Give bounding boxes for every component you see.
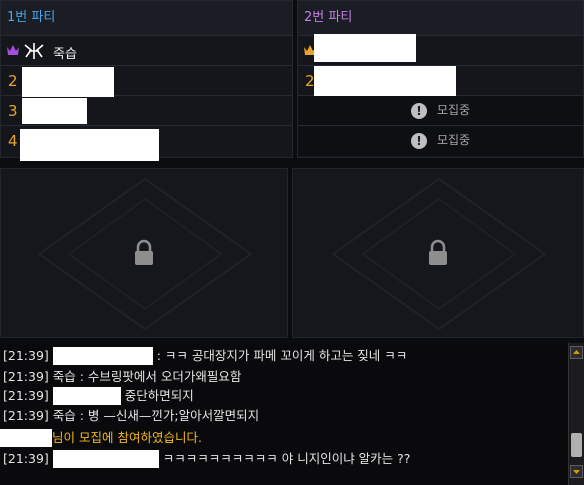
party-1-title: 1번 파티 [1, 1, 292, 36]
slot-number: 4 [8, 132, 18, 150]
redacted-name [52, 450, 159, 468]
chat-timestamp: [21:39] [3, 369, 49, 384]
locked-party-slot [0, 168, 288, 338]
slot-number: 3 [8, 102, 18, 120]
chat-timestamp: [21:39] [3, 388, 49, 403]
redacted-name [314, 34, 416, 62]
redacted-name [22, 67, 114, 97]
party-1-member-row[interactable]: 4 [1, 126, 292, 161]
party-1-member-row[interactable]: 2 [1, 66, 292, 97]
chat-text: 죽습 : 수브링팟에서 오더가왜필요함 [52, 369, 242, 384]
chat-message: [21:39] 죽습 : 병 —신새—낀가;알아서깔면되지 [3, 407, 259, 425]
chat-text: 죽습 : 병 —신새—낀가;알아서깔면되지 [52, 408, 260, 423]
party-2-member-row[interactable]: 2 [298, 66, 583, 102]
redacted-name [0, 429, 52, 447]
chat-text: ㅋㅋㅋㅋㅋㅋㅋㅋㅋㅋ 야 니지인이냐 알카는 ?? [162, 451, 411, 466]
scroll-thumb[interactable] [571, 433, 582, 457]
chat-message: [21:39] ㅋㅋㅋㅋㅋㅋㅋㅋㅋㅋ 야 니지인이냐 알카는 ?? [3, 450, 410, 468]
slot-number: 2 [8, 72, 18, 90]
redacted-name [20, 129, 159, 161]
chat-message: 님이 모집에 참여하였습니다. [0, 429, 202, 447]
exclamation-icon: ! [410, 132, 427, 149]
chat-timestamp: [21:39] [3, 408, 49, 423]
chat-message: [21:39] : ㅋㅋ 공대장지가 파메 꼬이게 하고는 짖네 ㅋㅋ [3, 347, 407, 365]
system-message: 님이 모집에 참여하였습니다. [52, 430, 202, 445]
chat-log[interactable]: [21:39] : ㅋㅋ 공대장지가 파메 꼬이게 하고는 짖네 ㅋㅋ [21:… [0, 343, 568, 485]
arrow-down-icon [573, 470, 580, 474]
chat-scrollbar[interactable] [568, 343, 584, 485]
lock-icon [135, 239, 153, 265]
recruiting-slot[interactable]: ! 모집중 [298, 126, 583, 156]
guild-emblem-icon [24, 43, 44, 59]
recruiting-label: 모집중 [436, 133, 471, 147]
chat-timestamp: [21:39] [3, 348, 49, 363]
party-1-panel: 1번 파티 죽습 2 3 4 [0, 0, 293, 161]
redacted-name [22, 98, 87, 124]
recruiting-slot[interactable]: ! 모집중 [298, 96, 583, 126]
chat-text: : ㅋㅋ 공대장지가 파메 꼬이게 하고는 짖네 ㅋㅋ [156, 348, 408, 363]
party-2-title: 2번 파티 [298, 1, 583, 36]
chat-message: [21:39] 중단하면되지 [3, 387, 194, 405]
arrow-up-icon [573, 350, 580, 354]
scroll-down-button[interactable] [570, 465, 583, 478]
locked-party-slot [292, 168, 584, 338]
redacted-name [52, 347, 153, 365]
chat-timestamp: [21:39] [3, 451, 49, 466]
crown-icon [7, 45, 19, 55]
lock-icon [429, 239, 447, 265]
party-1-leader-row[interactable]: 죽습 [1, 36, 292, 66]
scroll-up-button[interactable] [570, 346, 583, 359]
party-1-leader-name: 죽습 [53, 47, 77, 62]
party-2-panel: 2번 파티 2 ! 모집중 ! 모집중 [297, 0, 584, 158]
party-1-member-row[interactable]: 3 [1, 96, 292, 126]
party-2-leader-row[interactable] [298, 34, 583, 66]
exclamation-icon: ! [410, 102, 427, 119]
chat-message: [21:39] 죽습 : 수브링팟에서 오더가왜필요함 [3, 368, 241, 386]
chat-text: 중단하면되지 [124, 388, 194, 403]
recruiting-label: 모집중 [436, 103, 471, 117]
redacted-name [52, 387, 121, 405]
